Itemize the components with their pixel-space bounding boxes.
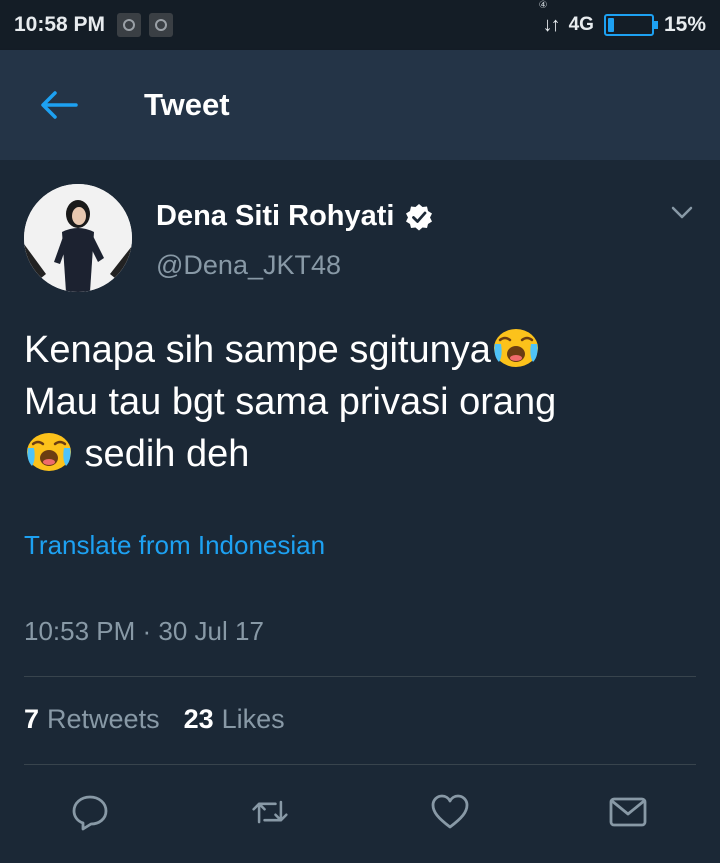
likes-count: 23 [183,704,214,734]
tweet-card: Dena Siti Rohyati @Dena_JKT48 Kenapa sih… [0,160,720,863]
author-display-name[interactable]: Dena Siti Rohyati [156,200,395,233]
status-bar: 10:58 PM ↓↑ ④ 4G 15% [0,0,720,50]
verified-badge-icon [405,203,432,230]
translate-link[interactable]: Translate from Indonesian [24,530,325,561]
back-button[interactable] [28,75,88,135]
tweet-text-line: Kenapa sih sampe sgitunya [24,324,696,376]
avatar[interactable] [24,184,132,292]
tweet-actions [0,792,720,842]
tweet-text-segment: sedih deh [74,433,250,475]
network-label: 4G [568,14,594,35]
like-button[interactable] [430,792,470,832]
app-header: Tweet [0,50,720,160]
page-title: Tweet [144,87,230,122]
likes-label: Likes [221,704,285,734]
divider [24,676,696,677]
sim-indicator-icon: ④ [538,0,548,11]
tweet-text: Kenapa sih sampe sgitunya Mau tau bgt sa… [24,324,696,480]
retweet-button[interactable] [250,792,290,832]
battery-fill [607,18,615,32]
app-notification-icon [117,13,142,37]
heart-icon [431,794,469,829]
author-name-row[interactable]: Dena Siti Rohyati [156,200,433,233]
tweet-text-line: Mau tau bgt sama privasi orang [24,381,557,423]
retweets-label: Retweets [47,704,160,734]
tweet-author: Dena Siti Rohyati @Dena_JKT48 [24,184,696,294]
tweet-detail-screen: 10:58 PM ↓↑ ④ 4G 15% Tweet Dena Siti Roh… [0,0,720,863]
divider [24,764,696,765]
retweets-stat[interactable]: 7 Retweets [24,704,160,735]
reply-button[interactable] [70,792,110,832]
retweet-icon [252,800,288,824]
battery-icon [603,14,658,36]
reply-icon [72,795,108,831]
chevron-down-icon[interactable] [668,198,696,226]
loudly-crying-face-icon [493,329,538,367]
tweet-timestamp: 10:53 PM · 30 Jul 17 [24,616,264,646]
likes-stat[interactable]: 23 Likes [184,704,285,735]
loudly-crying-face-icon [27,433,71,471]
status-indicators: ↓↑ ④ 4G 15% [539,0,706,37]
tweet-text-segment: Kenapa sih sampe sgitunya [24,329,491,371]
avatar-image [24,184,132,292]
network-type: ④ 4G [539,0,594,36]
tweet-text-line: sedih deh [24,428,696,480]
app-notification-icon [149,13,174,37]
author-handle[interactable]: @Dena_JKT48 [156,250,341,281]
battery-percent: 15% [663,13,706,36]
retweets-count: 7 [24,704,40,734]
envelope-icon [609,797,647,827]
data-activity-icon: ↓↑ [542,13,561,36]
status-time: 10:58 PM [14,13,106,36]
arrow-left-icon [41,91,78,119]
tweet-stats: 7 Retweets 23 Likes [24,704,309,735]
direct-message-button[interactable] [608,792,648,832]
